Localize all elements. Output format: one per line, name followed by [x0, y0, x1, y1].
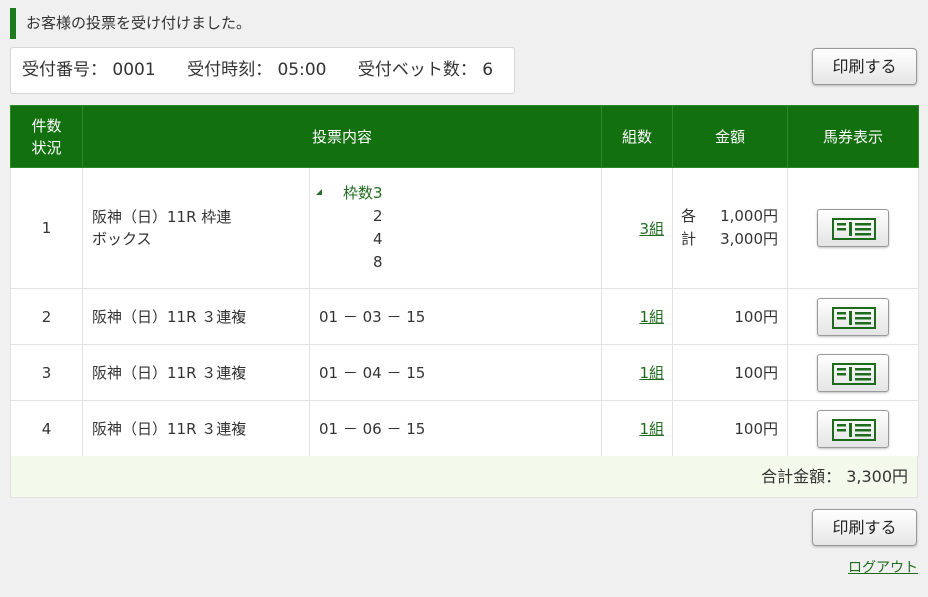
bet-selection: 01 － 04 － 15 — [308, 344, 603, 401]
bet-selection: 枠数3 2 4 8 — [308, 167, 603, 289]
ticket-cell — [787, 400, 920, 457]
ticket-view-button[interactable] — [817, 209, 890, 247]
row-number: 2 — [10, 288, 83, 345]
table-row: 1 阪神（日）11R 枠連 ボックス 枠数3 2 4 8 3組 各 1,000円 … — [10, 167, 920, 289]
kumi-link[interactable]: 3組 — [639, 220, 664, 238]
amount-cell: 各 1,000円 計 3,000円 — [672, 167, 789, 289]
race-info: 阪神（日）11R 枠連 ボックス — [82, 167, 310, 289]
table-header-row: 件数 状況 投票内容 組数 金額 馬券表示 — [10, 105, 920, 168]
bet-table: 件数 状況 投票内容 組数 金額 馬券表示 1 阪神（日）11R 枠連 ボックス… — [10, 105, 920, 457]
box-item: 8 — [373, 253, 383, 271]
row-number: 3 — [10, 344, 83, 401]
kumi-link[interactable]: 1組 — [639, 364, 664, 382]
header-count-status: 件数 状況 — [10, 105, 83, 168]
total-amount-value: 3,300円 — [846, 467, 908, 486]
kumi-cell: 1組 — [601, 344, 674, 401]
table-row: 3 阪神（日）11R ３連複 01 － 04 － 15 1組 100円 — [10, 344, 920, 401]
receipt-summary: 受付番号： 0001 受付時刻： 05:00 受付ベット数： 6 — [10, 47, 515, 94]
page-heading: お客様の投票を受け付けました。 — [10, 8, 251, 39]
amount-total: 計 3,000円 — [681, 228, 778, 251]
bet-selection: 01 － 06 － 15 — [308, 400, 603, 457]
bet-type: ボックス — [92, 230, 152, 248]
header-status: 状況 — [31, 138, 62, 157]
race-info: 阪神（日）11R ３連複 — [82, 344, 310, 401]
box-item: 4 — [373, 230, 383, 248]
receipt-time-value: 05:00 — [277, 60, 327, 80]
total-amount-bar: 合計金額： 3,300円 — [10, 456, 918, 498]
box-combination: 枠数3 2 4 8 — [310, 182, 601, 274]
amount-total-label: 計 — [681, 230, 697, 248]
ticket-cell — [787, 167, 920, 289]
box-label: 枠数3 — [343, 184, 383, 202]
kumi-cell: 3組 — [601, 167, 674, 289]
receipt-bet-count: 受付ベット数： 6 — [358, 60, 493, 80]
amount-each-value: 1,000円 — [720, 207, 779, 225]
ticket-icon — [832, 306, 877, 329]
header-content: 投票内容 — [81, 105, 603, 168]
amount-each: 各 1,000円 — [681, 205, 778, 228]
header-kumi: 組数 — [601, 105, 674, 168]
amount-cell: 100円 — [672, 344, 789, 401]
bet-selection: 01 － 03 － 15 — [308, 288, 603, 345]
amount-cell: 100円 — [672, 288, 789, 345]
race-info: 阪神（日）11R ３連複 — [82, 288, 310, 345]
header-amount: 金額 — [672, 105, 789, 168]
amount-each-label: 各 — [681, 207, 697, 225]
header-count: 件数 — [31, 116, 62, 135]
table-row: 4 阪神（日）11R ３連複 01 － 06 － 15 1組 100円 — [10, 400, 920, 457]
receipt-time-label: 受付時刻： — [187, 60, 273, 80]
print-button-bottom[interactable]: 印刷する — [812, 509, 917, 546]
box-item: 2 — [373, 207, 383, 225]
receipt-bets-value: 6 — [482, 60, 494, 80]
kumi-link[interactable]: 1組 — [639, 420, 664, 438]
table-row: 2 阪神（日）11R ３連複 01 － 03 － 15 1組 100円 — [10, 288, 920, 345]
receipt-time: 受付時刻： 05:00 — [187, 60, 326, 80]
ticket-icon — [832, 362, 877, 385]
ticket-icon — [832, 218, 877, 240]
ticket-icon — [832, 418, 877, 441]
receipt-number-label: 受付番号： — [22, 60, 107, 80]
ticket-view-button[interactable] — [817, 353, 890, 392]
receipt-number-value: 0001 — [112, 60, 156, 80]
print-button-top[interactable]: 印刷する — [812, 48, 917, 85]
amount-total-value: 3,000円 — [720, 230, 779, 248]
collapse-triangle-icon[interactable] — [316, 189, 322, 195]
row-number: 4 — [10, 400, 83, 457]
ticket-cell — [787, 344, 920, 401]
total-amount-label: 合計金額： — [761, 467, 842, 486]
race-name: 阪神（日）11R 枠連 — [92, 208, 232, 226]
receipt-bets-label: 受付ベット数： — [357, 60, 477, 80]
kumi-link[interactable]: 1組 — [639, 308, 664, 326]
kumi-cell: 1組 — [601, 400, 674, 457]
header-ticket: 馬券表示 — [787, 105, 920, 168]
race-info: 阪神（日）11R ３連複 — [82, 400, 310, 457]
ticket-view-button[interactable] — [817, 409, 890, 448]
ticket-view-button[interactable] — [817, 297, 890, 336]
kumi-cell: 1組 — [601, 288, 674, 345]
receipt-number: 受付番号： 0001 — [22, 60, 156, 80]
logout-link[interactable]: ログアウト — [848, 557, 918, 577]
ticket-cell — [787, 288, 920, 345]
row-number: 1 — [10, 167, 83, 289]
amount-cell: 100円 — [672, 400, 789, 457]
